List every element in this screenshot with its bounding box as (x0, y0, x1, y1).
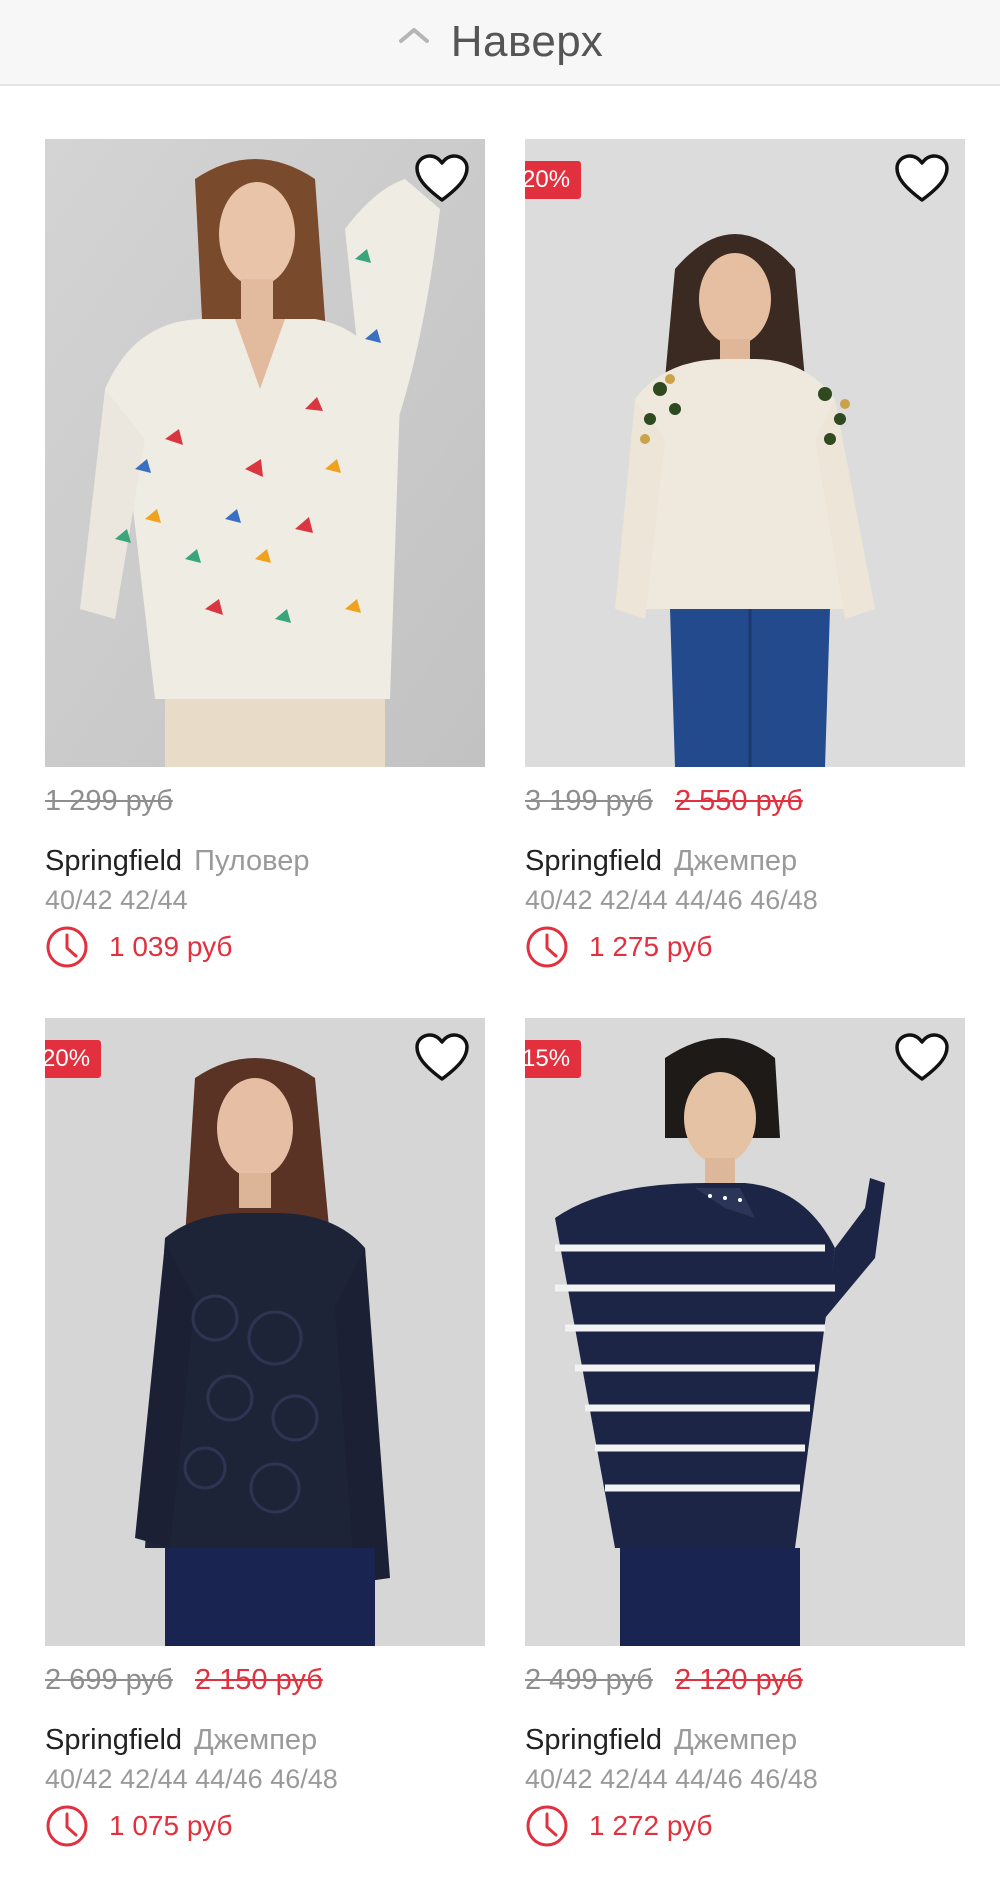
timed-price: 1 075 руб (45, 1804, 232, 1848)
timed-price: 1 275 руб (525, 925, 712, 969)
product-type: Пуловер (194, 845, 310, 877)
discounted-price: 2 120 руб (674, 1664, 803, 1696)
discounted-price: 2 550 руб (674, 785, 803, 817)
sizes-list: 40/42 42/44 44/46 46/48 (525, 1764, 818, 1794)
brand-name: Springfield (525, 1724, 663, 1756)
back-to-top-label: Наверх (450, 17, 604, 66)
product-image[interactable]: -15% (525, 1018, 965, 1646)
final-price: 1 272 руб (589, 1810, 713, 1841)
price-line: 1 299 руб (45, 785, 187, 818)
final-price: 1 075 руб (109, 1810, 233, 1841)
price-line: 2 499 руб 2 120 руб (525, 1664, 803, 1697)
product-image[interactable]: -20% (45, 1018, 485, 1646)
discount-badge: -20% (525, 161, 582, 199)
brand-name: Springfield (45, 845, 183, 877)
price-line: 2 699 руб 2 150 руб (45, 1664, 323, 1697)
discount-badge: -15% (525, 1040, 582, 1078)
product-title[interactable]: Springfield Джемпер (525, 845, 797, 878)
final-price: 1 275 руб (589, 931, 713, 962)
product-type: Джемпер (194, 1724, 318, 1756)
clock-icon (526, 926, 568, 968)
old-price: 2 699 руб (45, 1664, 173, 1696)
old-price: 2 499 руб (525, 1664, 653, 1696)
sizes-list: 40/42 42/44 (45, 885, 188, 915)
back-to-top-bar[interactable]: Наверх (0, 0, 1000, 86)
old-price: 3 199 руб (525, 785, 653, 817)
chevron-up-icon (398, 28, 429, 43)
clock-icon (526, 1805, 568, 1847)
favorite-heart-icon[interactable] (413, 153, 471, 205)
sizes-list: 40/42 42/44 44/46 46/48 (45, 1764, 338, 1794)
final-price: 1 039 руб (109, 931, 233, 962)
product-title[interactable]: Springfield Джемпер (45, 1724, 317, 1757)
product-image[interactable] (45, 139, 485, 767)
clock-icon (46, 1805, 88, 1847)
discounted-price: 2 150 руб (194, 1664, 323, 1696)
product-type: Джемпер (674, 845, 798, 877)
clock-icon (46, 926, 88, 968)
timed-price: 1 272 руб (525, 1804, 712, 1848)
product-image[interactable]: -20% (525, 139, 965, 767)
brand-name: Springfield (45, 1724, 183, 1756)
favorite-heart-icon[interactable] (413, 1032, 471, 1084)
discount-badge: -20% (45, 1040, 102, 1078)
timed-price: 1 039 руб (45, 925, 232, 969)
product-title[interactable]: Springfield Джемпер (525, 1724, 797, 1757)
favorite-heart-icon[interactable] (893, 1032, 951, 1084)
price-line: 3 199 руб 2 550 руб (525, 785, 803, 818)
product-type: Джемпер (674, 1724, 798, 1756)
favorite-heart-icon[interactable] (893, 153, 951, 205)
old-price: 1 299 руб (45, 785, 173, 817)
brand-name: Springfield (525, 845, 663, 877)
product-title[interactable]: Springfield Пуловер (45, 845, 310, 878)
sizes-list: 40/42 42/44 44/46 46/48 (525, 885, 818, 915)
